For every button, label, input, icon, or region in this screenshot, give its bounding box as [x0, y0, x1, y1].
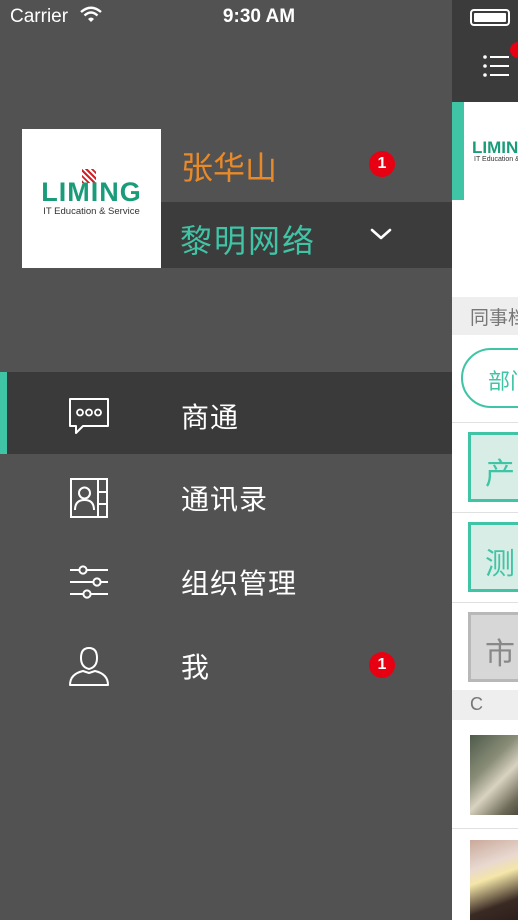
menu-item-contacts[interactable]: 通讯录 [0, 454, 452, 538]
org-switcher[interactable]: 黎明网络 [161, 202, 452, 268]
divider [452, 828, 518, 829]
dept-row-icon[interactable]: 产 [468, 432, 518, 502]
user-notification-badge: 1 [369, 151, 395, 177]
divider [452, 422, 518, 423]
menu-label: 组织管理 [181, 567, 298, 600]
status-bar: Carrier 9:30 AM [0, 0, 518, 36]
battery-icon [470, 9, 510, 26]
clock: 9:30 AM [222, 6, 296, 27]
logo-subtitle: IT Education & Service [43, 206, 140, 217]
company-logo[interactable]: LIMING IT Education & Service [22, 129, 161, 268]
menu-item-org-management[interactable]: 组织管理 [0, 538, 452, 622]
list-icon[interactable] [482, 52, 510, 80]
sliders-icon [70, 565, 108, 599]
chevron-down-icon [370, 228, 392, 240]
department-button[interactable]: 部门 [461, 348, 518, 408]
company-card-logo-subtitle: IT Education & Service [474, 156, 518, 163]
menu-label: 我 [181, 651, 211, 684]
main-screen-peek[interactable]: LIMING IT Education & Service 同事档 部门 产 测… [452, 0, 518, 920]
drawer-menu: 商通 通讯录 组织管理 我 1 [0, 372, 452, 706]
section-header: 同事档 [452, 297, 518, 335]
menu-item-me[interactable]: 我 1 [0, 622, 452, 706]
menu-label: 商通 [181, 401, 240, 434]
company-card-accent [452, 102, 464, 200]
nav-badge [510, 42, 518, 58]
side-drawer: LIMING IT Education & Service 张华山 1 黎明网络… [0, 0, 452, 920]
message-icon [69, 398, 109, 434]
company-card-logo-text: LIMING [472, 138, 518, 157]
org-name: 黎明网络 [180, 222, 317, 260]
divider [452, 512, 518, 513]
dept-row-icon[interactable]: 市 [468, 612, 518, 682]
dept-row-icon[interactable]: 测 [468, 522, 518, 592]
index-letter-header: C [452, 690, 518, 720]
menu-item-business[interactable]: 商通 [0, 372, 452, 454]
user-icon [69, 646, 109, 686]
divider [452, 602, 518, 603]
user-name[interactable]: 张华山 [181, 143, 277, 189]
menu-label: 通讯录 [181, 483, 269, 516]
contact-avatar[interactable] [470, 840, 518, 920]
contacts-icon [70, 478, 108, 518]
logo-text: LIMING [41, 177, 142, 207]
contact-avatar[interactable] [470, 735, 518, 815]
me-notification-badge: 1 [369, 652, 395, 678]
